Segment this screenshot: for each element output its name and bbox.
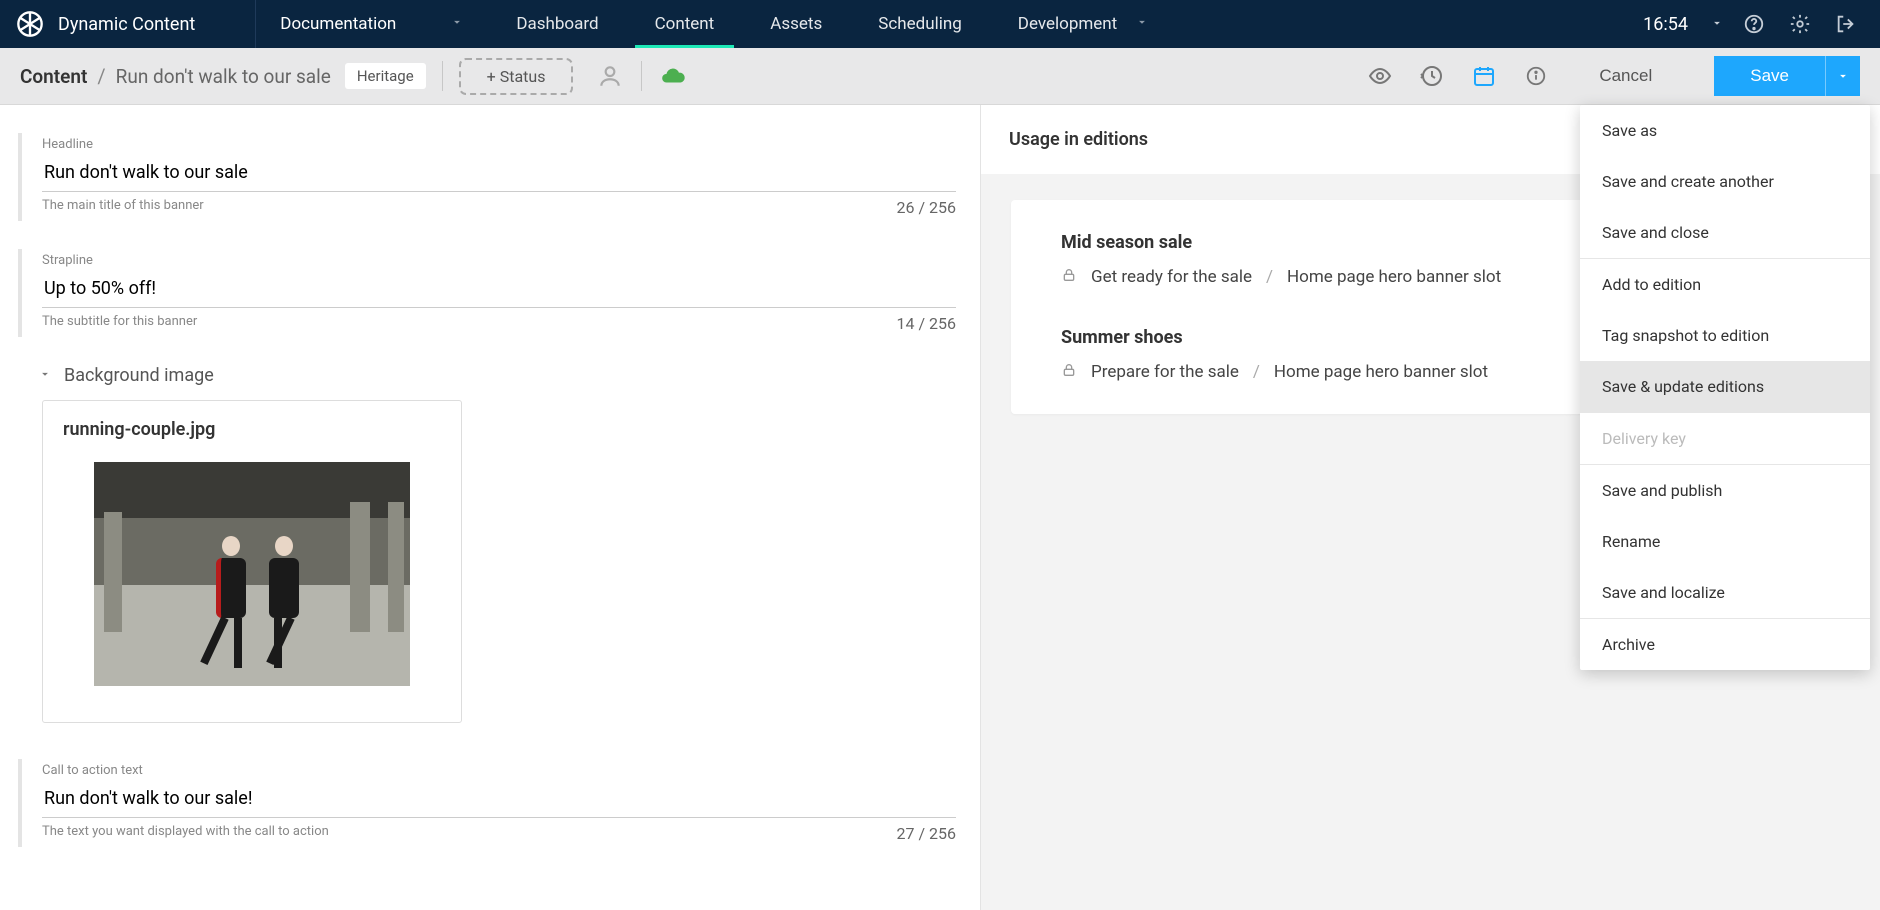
breadcrumb-sep: / <box>97 64 105 88</box>
history-icon[interactable] <box>1419 63 1445 89</box>
tab-development[interactable]: Development <box>990 0 1177 48</box>
lock-icon <box>1061 267 1077 287</box>
top-nav: Dynamic Content Documentation Dashboard … <box>0 0 1880 48</box>
save-button[interactable]: Save <box>1714 56 1825 96</box>
nav-documentation[interactable]: Documentation <box>256 0 488 48</box>
menu-item-save-update-editions[interactable]: Save & update editions <box>1580 361 1870 412</box>
nav-documentation-label: Documentation <box>280 14 396 34</box>
clock[interactable]: 16:54 <box>1643 14 1724 35</box>
menu-item-save-as[interactable]: Save as <box>1580 105 1870 156</box>
menu-item-save-and-localize[interactable]: Save and localize <box>1580 567 1870 618</box>
menu-item-delivery-key: Delivery key <box>1580 413 1870 464</box>
toolbar-icons: Cancel Save <box>1367 56 1860 96</box>
breadcrumb: Content / Run don't walk to our sale <box>20 64 331 88</box>
field-headline: Headline The main title of this banner 2… <box>18 133 956 221</box>
app-logo <box>14 8 46 40</box>
field-help: The subtitle for this banner <box>42 314 197 333</box>
path-sep: / <box>1253 362 1260 382</box>
field-label: Call to action text <box>42 763 956 778</box>
image-filename: running-couple.jpg <box>63 419 441 440</box>
status-pill[interactable]: + Status <box>459 58 574 95</box>
form-panel: Headline The main title of this banner 2… <box>0 105 981 910</box>
tab-dashboard[interactable]: Dashboard <box>488 0 626 48</box>
user-icon[interactable] <box>595 61 625 91</box>
cta-input[interactable] <box>42 782 956 818</box>
image-card[interactable]: running-couple.jpg <box>42 400 462 723</box>
cloud-icon[interactable] <box>658 61 688 91</box>
field-label: Headline <box>42 137 956 152</box>
path-sep: / <box>1266 267 1273 287</box>
menu-item-tag-snapshot-to-edition[interactable]: Tag snapshot to edition <box>1580 310 1870 361</box>
menu-item-add-to-edition[interactable]: Add to edition <box>1580 259 1870 310</box>
edition-path-2: Home page hero banner slot <box>1274 362 1488 382</box>
field-label: Strapline <box>42 253 956 268</box>
brand-title: Dynamic Content <box>58 0 256 48</box>
tab-assets[interactable]: Assets <box>742 0 850 48</box>
topbar-right: 16:54 <box>1643 8 1880 40</box>
menu-item-save-and-create-another[interactable]: Save and create another <box>1580 156 1870 207</box>
cancel-button[interactable]: Cancel <box>1575 56 1676 96</box>
calendar-icon[interactable] <box>1471 63 1497 89</box>
edition-path-2: Home page hero banner slot <box>1287 267 1501 287</box>
image-thumbnail <box>94 462 410 686</box>
headline-input[interactable] <box>42 156 956 192</box>
field-cta: Call to action text The text you want di… <box>18 759 956 847</box>
breadcrumb-leaf: Run don't walk to our sale <box>116 65 331 88</box>
edition-path-1: Get ready for the sale <box>1091 267 1252 287</box>
gear-icon[interactable] <box>1784 8 1816 40</box>
chevron-down-icon <box>1135 14 1149 34</box>
save-dropdown-toggle[interactable] <box>1825 56 1860 96</box>
chevron-down-icon <box>450 15 464 33</box>
field-strapline: Strapline The subtitle for this banner 1… <box>18 249 956 337</box>
chevron-down-icon <box>1710 14 1724 35</box>
bg-image-label: Background image <box>64 365 214 386</box>
menu-item-archive[interactable]: Archive <box>1580 619 1870 670</box>
logout-icon[interactable] <box>1830 8 1862 40</box>
menu-item-save-and-publish[interactable]: Save and publish <box>1580 465 1870 516</box>
menu-item-save-and-close[interactable]: Save and close <box>1580 207 1870 258</box>
edition-path-1: Prepare for the sale <box>1091 362 1239 382</box>
bg-image-toggle[interactable]: Background image <box>38 365 956 386</box>
eye-icon[interactable] <box>1367 63 1393 89</box>
separator <box>442 61 443 91</box>
menu-item-rename[interactable]: Rename <box>1580 516 1870 567</box>
tab-development-label: Development <box>1018 14 1117 34</box>
save-menu: Save asSave and create anotherSave and c… <box>1580 105 1870 670</box>
save-button-group: Save <box>1714 56 1860 96</box>
field-help: The main title of this banner <box>42 198 204 217</box>
char-count: 27 / 256 <box>897 824 957 843</box>
info-icon[interactable] <box>1523 63 1549 89</box>
chevron-down-icon <box>38 365 52 386</box>
field-help: The text you want displayed with the cal… <box>42 824 329 843</box>
nav-tabs: Dashboard Content Assets Scheduling Deve… <box>488 0 1177 48</box>
char-count: 26 / 256 <box>897 198 957 217</box>
char-count: 14 / 256 <box>897 314 957 333</box>
tab-scheduling[interactable]: Scheduling <box>850 0 990 48</box>
breadcrumb-root[interactable]: Content <box>20 65 87 88</box>
strapline-input[interactable] <box>42 272 956 308</box>
separator <box>641 61 642 91</box>
tab-content[interactable]: Content <box>627 0 743 48</box>
sub-toolbar: Content / Run don't walk to our sale Her… <box>0 48 1880 105</box>
lock-icon <box>1061 362 1077 382</box>
tag-heritage[interactable]: Heritage <box>345 63 426 89</box>
help-icon[interactable] <box>1738 8 1770 40</box>
clock-time: 16:54 <box>1643 14 1688 35</box>
